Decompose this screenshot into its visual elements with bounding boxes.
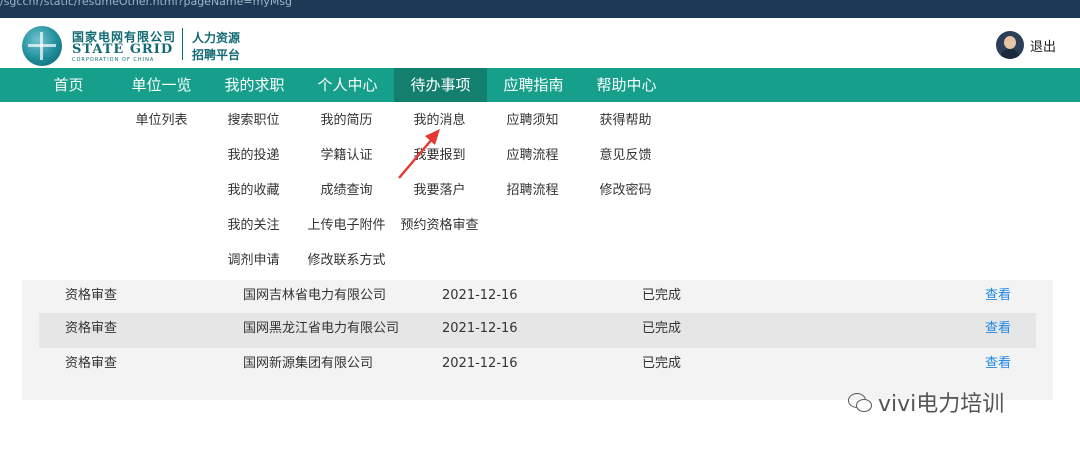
nav-my-jobs[interactable]: 我的求职 — [208, 68, 301, 102]
logo-subtitle-hr: 人力资源 — [192, 31, 241, 45]
nav-units[interactable]: 单位一览 — [115, 68, 208, 102]
watermark-text: vivi电力培训 — [878, 392, 1005, 417]
nav-guide[interactable]: 应聘指南 — [487, 68, 580, 102]
logo-divider — [182, 28, 183, 60]
cell-date: 2021-12-16 — [442, 321, 518, 336]
menu-item-change-password[interactable]: 修改密码 — [579, 182, 672, 217]
cell-type: 资格审查 — [65, 321, 118, 336]
table-row: 资格审查 国网新源集团有限公司 2021-12-16 已完成 查看 — [39, 348, 1036, 383]
cell-type: 资格审查 — [65, 288, 118, 303]
menu-col-todo: 我的消息 我要报到 我要落户 预约资格审查 — [393, 112, 486, 252]
nav-help[interactable]: 帮助中心 — [580, 68, 673, 102]
menu-item-apply-process[interactable]: 应聘流程 — [486, 147, 579, 182]
nav-todo[interactable]: 待办事项 — [394, 68, 487, 102]
message-table: 资格审查 国网吉林省电力有限公司 2021-12-16 已完成 查看 资格审查 … — [22, 280, 1053, 400]
view-link[interactable]: 查看 — [985, 280, 1011, 315]
nav-personal-center[interactable]: 个人中心 — [301, 68, 394, 102]
table-row: 资格审查 国网吉林省电力有限公司 2021-12-16 已完成 查看 — [39, 280, 1036, 315]
menu-col-units: 单位列表 — [115, 112, 208, 147]
logo-corp-text: CORPORATION OF CHINA — [72, 57, 155, 63]
menu-item-recruit-process[interactable]: 招聘流程 — [486, 182, 579, 217]
cell-date: 2021-12-16 — [442, 356, 518, 371]
menu-col-personal: 我的简历 学籍认证 成绩查询 上传电子附件 修改联系方式 — [300, 112, 393, 287]
view-link[interactable]: 查看 — [985, 313, 1011, 348]
view-link[interactable]: 查看 — [985, 348, 1011, 383]
menu-item-score-query[interactable]: 成绩查询 — [300, 182, 393, 217]
menu-item-my-messages[interactable]: 我的消息 — [393, 112, 486, 147]
menu-item-apply-notes[interactable]: 应聘须知 — [486, 112, 579, 147]
logout-button[interactable]: 退出 — [1030, 36, 1056, 55]
logo-en-text: STATE GRID — [72, 42, 174, 57]
menu-item-student-verify[interactable]: 学籍认证 — [300, 147, 393, 182]
menu-item-my-resume[interactable]: 我的简历 — [300, 112, 393, 147]
user-area: 退出 — [995, 30, 1056, 60]
menu-item-feedback[interactable]: 意见反馈 — [579, 147, 672, 182]
globe-icon — [22, 26, 62, 66]
wechat-icon — [848, 391, 872, 413]
cell-company: 国网黑龙江省电力有限公司 — [243, 321, 400, 336]
menu-item-check-in[interactable]: 我要报到 — [393, 147, 486, 182]
menu-item-register-residence[interactable]: 我要落户 — [393, 182, 486, 217]
cell-company: 国网新源集团有限公司 — [243, 356, 374, 371]
url-text: /sgcchr/static/resumeOther.html?pageName… — [0, 0, 293, 8]
menu-item-my-favorites[interactable]: 我的收藏 — [207, 182, 300, 217]
menu-col-help: 获得帮助 意见反馈 修改密码 — [579, 112, 672, 217]
menu-item-get-help[interactable]: 获得帮助 — [579, 112, 672, 147]
menu-item-book-review[interactable]: 预约资格审查 — [393, 217, 486, 252]
site-header: 国家电网有限公司 STATE GRID CORPORATION OF CHINA… — [0, 18, 1080, 68]
menu-item-my-applications[interactable]: 我的投递 — [207, 147, 300, 182]
nav-home[interactable]: 首页 — [22, 68, 115, 102]
menu-col-guide: 应聘须知 应聘流程 招聘流程 — [486, 112, 579, 217]
main-nav: 首页 单位一览 我的求职 个人中心 待办事项 应聘指南 帮助中心 — [0, 68, 1080, 102]
table-row: 资格审查 国网黑龙江省电力有限公司 2021-12-16 已完成 查看 — [39, 313, 1036, 348]
state-grid-logo[interactable]: 国家电网有限公司 STATE GRID CORPORATION OF CHINA… — [22, 24, 262, 66]
cell-status: 已完成 — [642, 288, 682, 303]
menu-item-my-follows[interactable]: 我的关注 — [207, 217, 300, 252]
browser-url-bar[interactable]: /sgcchr/static/resumeOther.html?pageName… — [0, 0, 1080, 18]
cell-company: 国网吉林省电力有限公司 — [243, 288, 387, 303]
menu-item-upload-attachment[interactable]: 上传电子附件 — [300, 217, 393, 252]
cell-status: 已完成 — [642, 321, 682, 336]
cell-date: 2021-12-16 — [442, 288, 518, 303]
menu-item-unit-list[interactable]: 单位列表 — [115, 112, 208, 147]
menu-col-jobs: 搜索职位 我的投递 我的收藏 我的关注 调剂申请 — [207, 112, 300, 287]
menu-item-search-jobs[interactable]: 搜索职位 — [207, 112, 300, 147]
watermark: vivi电力培训 — [848, 386, 1004, 418]
logo-subtitle-platform: 招聘平台 — [192, 48, 241, 62]
mega-menu: 单位列表 搜索职位 我的投递 我的收藏 我的关注 调剂申请 我的简历 学籍认证 … — [0, 102, 1080, 280]
cell-type: 资格审查 — [65, 356, 118, 371]
cell-status: 已完成 — [642, 356, 682, 371]
avatar[interactable] — [995, 31, 1024, 59]
